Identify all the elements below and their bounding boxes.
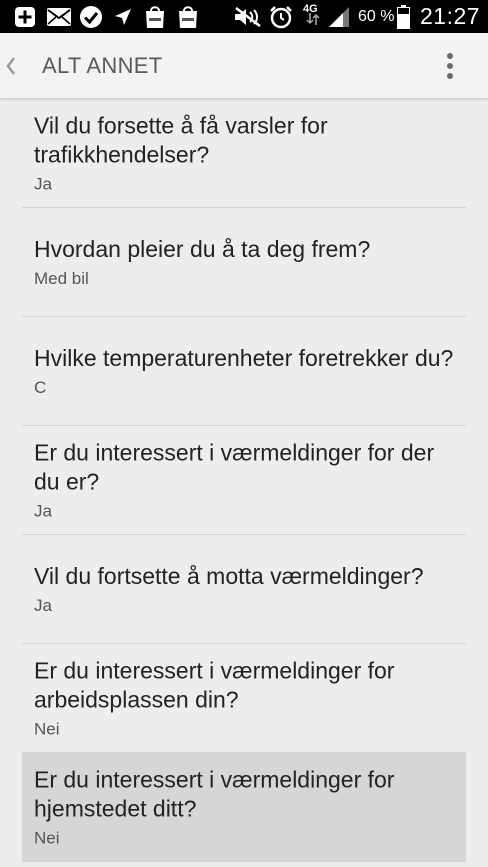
status-bar: 4G 60 % 21:27 xyxy=(0,0,488,33)
overflow-menu-icon[interactable] xyxy=(436,49,464,83)
setting-title: Vil du forsette å få varsler for trafikk… xyxy=(34,112,328,168)
setting-weather-home[interactable]: Er du interessert i værmeldinger for hje… xyxy=(22,753,466,862)
clock: 21:27 xyxy=(420,3,481,29)
setting-value: Nei xyxy=(34,828,60,848)
setting-value: Ja xyxy=(34,174,52,194)
page-title[interactable]: ALT ANNET xyxy=(42,33,162,98)
battery-icon xyxy=(395,0,411,33)
check-icon xyxy=(78,0,104,33)
battery-percent: 60 % xyxy=(358,7,395,25)
setting-title: Hvilke temperaturenheter foretrekker du? xyxy=(34,345,454,371)
setting-transport-mode[interactable]: Hvordan pleier du å ta deg frem? Med bil xyxy=(22,208,466,317)
setting-title: Hvordan pleier du å ta deg frem? xyxy=(34,236,371,262)
signal-icon xyxy=(325,0,353,33)
settings-list: Vil du forsette å få varsler for trafikk… xyxy=(22,99,466,862)
setting-title: Er du interessert i værmeldinger for arb… xyxy=(34,657,395,713)
back-chevron-icon[interactable] xyxy=(4,55,18,77)
setting-title: Er du interessert i værmeldinger for der… xyxy=(34,439,435,495)
mail-icon xyxy=(45,0,73,33)
alarm-icon xyxy=(268,0,294,33)
plus-icon xyxy=(12,0,38,33)
setting-value: Ja xyxy=(34,596,52,615)
setting-temperature-unit[interactable]: Hvilke temperaturenheter foretrekker du?… xyxy=(22,317,466,426)
setting-value: C xyxy=(34,378,47,397)
data-arrows-icon xyxy=(300,9,326,29)
action-bar: ALT ANNET xyxy=(0,33,488,99)
setting-value: Med bil xyxy=(34,269,89,288)
setting-weather-workplace[interactable]: Er du interessert i værmeldinger for arb… xyxy=(22,644,466,753)
galaxy-app-icon xyxy=(142,0,168,33)
setting-value: Nei xyxy=(34,719,60,739)
setting-traffic-alerts[interactable]: Vil du forsette å få varsler for trafikk… xyxy=(22,99,466,208)
mute-icon xyxy=(232,0,264,33)
setting-weather-alerts[interactable]: Vil du fortsette å motta værmeldinger? J… xyxy=(22,535,466,644)
setting-weather-current-location[interactable]: Er du interessert i værmeldinger for der… xyxy=(22,426,466,535)
location-arrow-icon xyxy=(112,0,134,33)
setting-title: Er du interessert i værmeldinger for hje… xyxy=(34,766,395,822)
setting-value: Ja xyxy=(34,501,52,521)
galaxy-app-icon xyxy=(175,0,201,33)
setting-title: Vil du fortsette å motta værmeldinger? xyxy=(34,563,424,589)
